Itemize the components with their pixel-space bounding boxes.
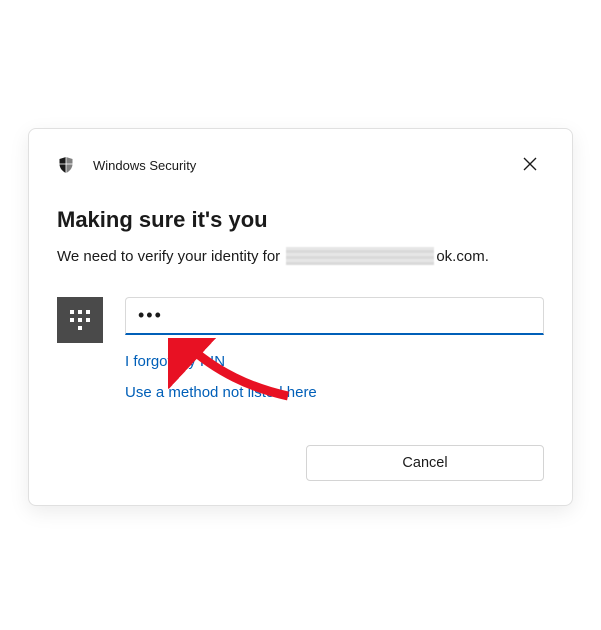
pin-input[interactable] [125,297,544,335]
shield-icon [57,156,75,174]
alt-method-link[interactable]: Use a method not listed here [125,384,317,401]
pin-row: I forgot my PIN Use a method not listed … [57,297,544,401]
subtitle-prefix: We need to verify your identity for [57,248,280,265]
close-button[interactable] [516,151,544,179]
close-icon [523,157,537,174]
subtitle-suffix: ok.com. [436,248,489,265]
pin-keypad-icon [57,297,103,343]
dialog-header: Windows Security [57,151,544,179]
header-left: Windows Security [57,156,196,174]
app-title: Windows Security [93,158,196,173]
pin-column: I forgot my PIN Use a method not listed … [125,297,544,401]
redacted-identity [286,247,434,265]
forgot-pin-link[interactable]: I forgot my PIN [125,353,225,370]
windows-security-dialog: Windows Security Making sure it's you We… [28,128,573,506]
dialog-heading: Making sure it's you [57,207,544,233]
dialog-subtitle: We need to verify your identity for ok.c… [57,247,544,265]
button-row: Cancel [57,445,544,481]
cancel-button[interactable]: Cancel [306,445,544,481]
